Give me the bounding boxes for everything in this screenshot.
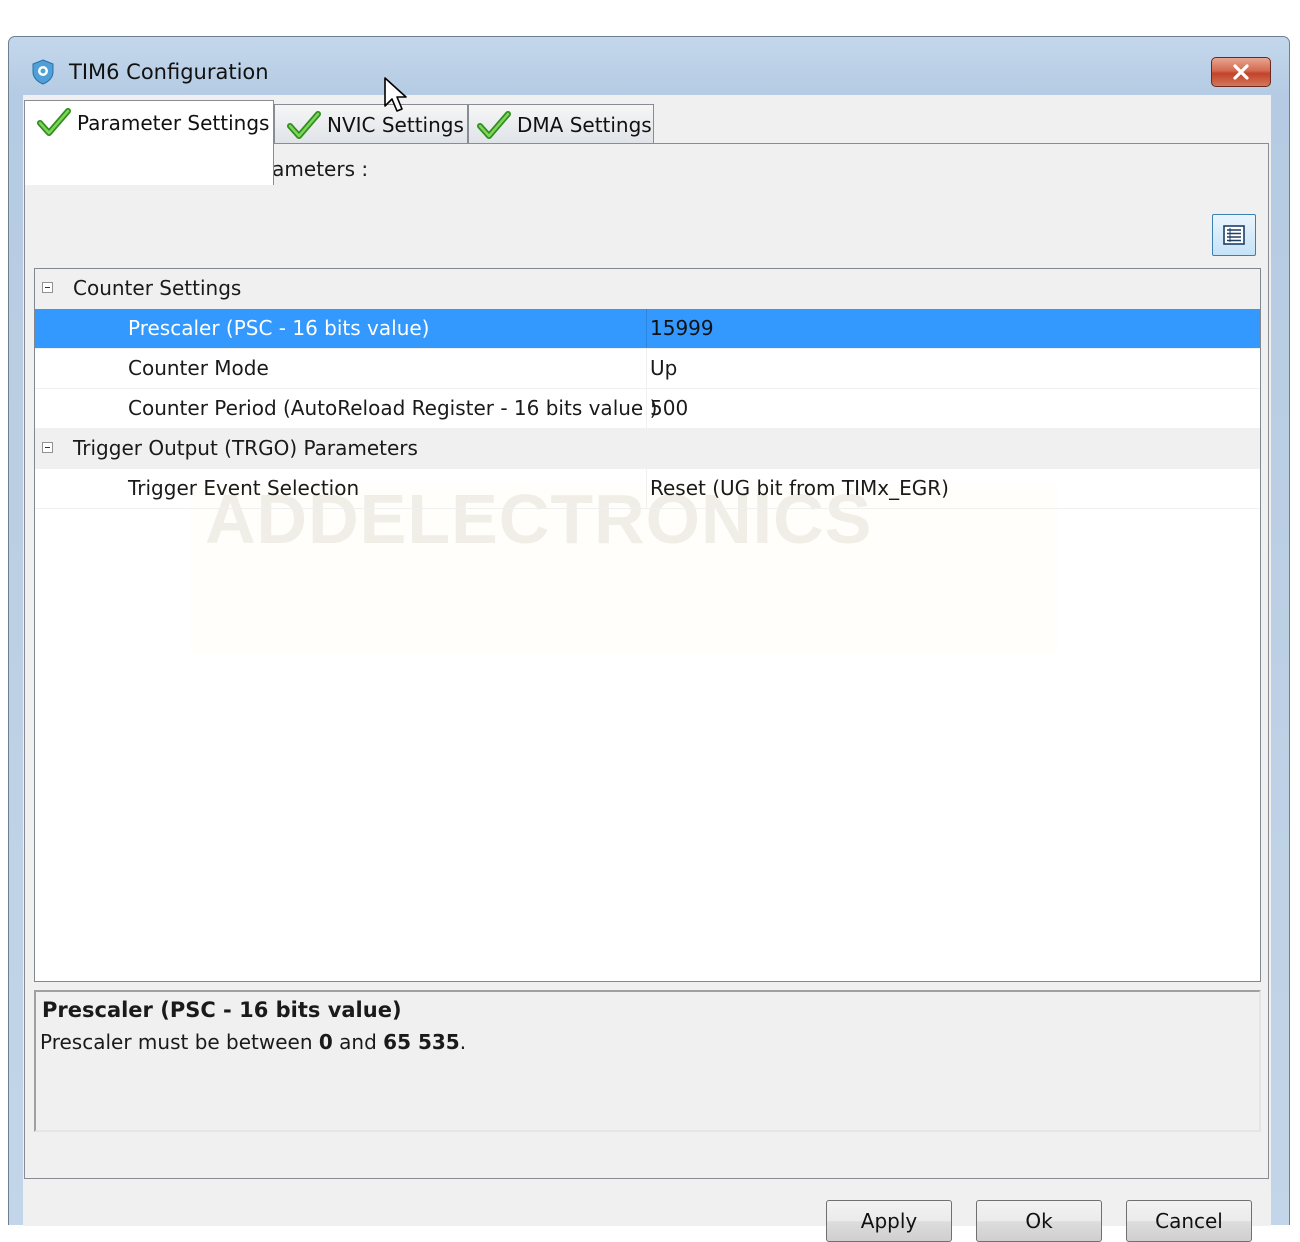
- range-max: 65 535: [383, 1030, 460, 1054]
- property-row-prescaler[interactable]: Prescaler (PSC - 16 bits value) 15999: [35, 309, 1260, 349]
- property-row-counter-period[interactable]: Counter Period (AutoReload Register - 16…: [35, 389, 1260, 429]
- tab-label: DMA Settings: [517, 112, 652, 137]
- trigger-event-value[interactable]: Reset (UG bit from TIMx_EGR): [650, 476, 949, 500]
- app-shield-icon: [32, 59, 54, 85]
- category-label: Counter Settings: [73, 276, 242, 300]
- title-bar[interactable]: TIM6 Configuration: [9, 37, 1289, 99]
- property-value-cell[interactable]: Up: [646, 349, 1260, 388]
- description-panel: Prescaler (PSC - 16 bits value) Prescale…: [34, 990, 1261, 1132]
- category-row-trigger-output[interactable]: Trigger Output (TRGO) Parameters: [35, 429, 1260, 469]
- tab-dma-settings[interactable]: DMA Settings: [468, 104, 654, 144]
- view-toggle-button[interactable]: [1212, 214, 1256, 256]
- close-icon: [1233, 64, 1249, 80]
- mouse-cursor-icon: [384, 77, 407, 112]
- checkmark-icon: [477, 110, 511, 139]
- counter-mode-value[interactable]: Up: [650, 356, 677, 380]
- property-value-cell[interactable]: Reset (UG bit from TIMx_EGR): [646, 469, 1260, 508]
- counter-period-value[interactable]: 500: [650, 396, 688, 420]
- property-grid: ADDELECTRONICS Counter Settings Prescale…: [34, 268, 1261, 982]
- property-name: Counter Mode: [128, 356, 269, 380]
- tab-label: NVIC Settings: [327, 112, 464, 137]
- cancel-button[interactable]: Cancel: [1126, 1200, 1252, 1242]
- close-button[interactable]: [1211, 57, 1271, 87]
- prescaler-value[interactable]: 15999: [650, 316, 714, 340]
- property-name: Prescaler (PSC - 16 bits value): [128, 316, 430, 340]
- category-label: Trigger Output (TRGO) Parameters: [73, 436, 418, 460]
- checkmark-icon: [37, 108, 71, 136]
- category-row-counter-settings[interactable]: Counter Settings: [35, 269, 1260, 309]
- property-name: Counter Period (AutoReload Register - 16…: [128, 396, 658, 420]
- list-view-icon: [1223, 225, 1245, 245]
- collapse-icon[interactable]: [42, 442, 53, 453]
- dialog-window: TIM6 Configuration Parameter Settings NV…: [8, 36, 1290, 1242]
- tab-label: Parameter Settings: [77, 111, 270, 135]
- ok-button[interactable]: Ok: [976, 1200, 1102, 1242]
- range-min: 0: [318, 1030, 333, 1054]
- apply-button[interactable]: Apply: [826, 1200, 952, 1242]
- tab-nvic-settings[interactable]: NVIC Settings: [274, 104, 468, 144]
- property-row-counter-mode[interactable]: Counter Mode Up: [35, 349, 1260, 389]
- checkmark-icon: [287, 110, 321, 139]
- parameter-settings-panel: Configure the below parameters : ADDELEC…: [24, 143, 1269, 1179]
- watermark-background: [190, 484, 1058, 654]
- tab-parameter-settings[interactable]: Parameter Settings: [24, 100, 274, 185]
- description-text: Prescaler must be between 0 and 65 535.: [40, 1030, 467, 1054]
- property-value-cell[interactable]: 500: [646, 389, 1260, 428]
- property-row-trigger-event-selection[interactable]: Trigger Event Selection Reset (UG bit fr…: [35, 469, 1260, 509]
- property-value-cell[interactable]: 15999: [646, 309, 1260, 348]
- description-title: Prescaler (PSC - 16 bits value): [42, 998, 402, 1022]
- property-name: Trigger Event Selection: [128, 476, 360, 500]
- collapse-icon[interactable]: [42, 282, 53, 293]
- window-title: TIM6 Configuration: [69, 60, 269, 84]
- dialog-client-area: Parameter Settings NVIC Settings DMA Set…: [23, 95, 1271, 1242]
